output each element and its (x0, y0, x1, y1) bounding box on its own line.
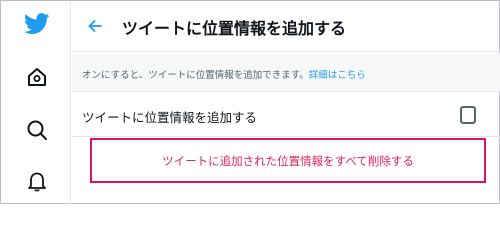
description-section: オンにすると、ツイートに位置情報を追加できます。詳細はこちら (72, 53, 500, 92)
description-body: オンにすると、ツイートに位置情報を追加できます。 (82, 70, 309, 81)
add-location-checkbox[interactable] (460, 106, 476, 124)
page-header: ツイートに位置情報を追加する (72, 2, 500, 52)
twitter-logo-icon[interactable] (2, 13, 71, 35)
description-text: オンにすると、ツイートに位置情報を追加できます。詳細はこちら (82, 67, 366, 81)
add-location-option-row[interactable]: ツイートに位置情報を追加する (72, 93, 500, 137)
notifications-bell-icon[interactable] (2, 170, 71, 192)
search-icon[interactable] (2, 119, 71, 141)
highlight-frame: ツイートに追加された位置情報をすべて削除する (90, 138, 486, 183)
home-icon[interactable] (2, 66, 71, 88)
back-arrow-icon[interactable] (86, 16, 104, 36)
main-panel: ツイートに位置情報を追加する オンにすると、ツイートに位置情報を追加できます。詳… (72, 2, 500, 204)
page-title: ツイートに位置情報を追加する (122, 19, 347, 38)
window-frame: ツイートに位置情報を追加する オンにすると、ツイートに位置情報を追加できます。詳… (0, 0, 500, 204)
learn-more-link[interactable]: 詳細はこちら (309, 70, 366, 81)
sidebar-nav (2, 2, 71, 204)
add-location-label: ツイートに位置情報を追加する (82, 110, 258, 125)
delete-all-location-button[interactable]: ツイートに追加された位置情報をすべて削除する (92, 140, 484, 181)
